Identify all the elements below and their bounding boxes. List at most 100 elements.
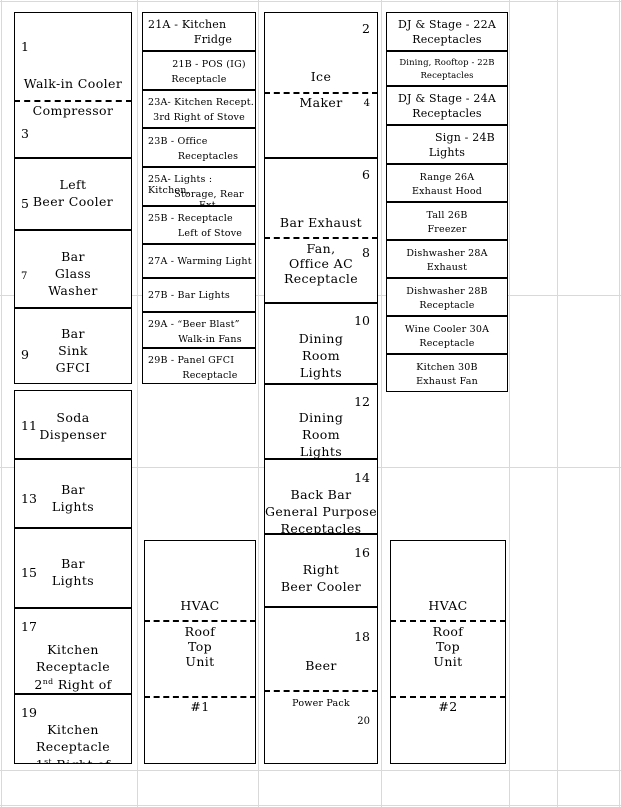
circuit-number-20: 20 [357, 716, 370, 727]
hvac-label-2-title: HVAC [428, 598, 468, 613]
circuit-label-24b-line1: Sign - 24B [435, 131, 495, 144]
circuit-label-27b-line1: 27B - Bar Lights [148, 290, 230, 301]
circuit-label-26b-line2: Freezer [427, 224, 467, 235]
circuit-cell-15[interactable]: 15 Bar Lights [14, 528, 132, 608]
circuit-label-16-line2: Beer Cooler [280, 579, 362, 594]
circuit-label-24a-line2: Receptacles [412, 107, 482, 120]
circuit-cell-12[interactable]: 12 Dining Room Lights [264, 384, 378, 459]
circuit-label-5-line1: Left [59, 177, 87, 192]
circuit-label-21a-line1: 21A - Kitchen [148, 18, 227, 31]
circuit-label-21a-line2: Fridge [193, 33, 233, 46]
circuit-label-11-line2: Dispenser [39, 427, 107, 442]
circuit-cell-14[interactable]: 14 Back Bar General Purpose Receptacles [264, 459, 378, 534]
circuit-cell-22a[interactable]: DJ & Stage - 22A Receptacles [386, 12, 508, 51]
circuit-label-23b-line2: Receptacles [177, 151, 239, 162]
circuit-cell-27a[interactable]: 27A - Warming Light [142, 244, 256, 278]
circuit-label-19-line2: Receptacle [35, 739, 111, 754]
hvac-cell-unit-1[interactable]: HVAC Roof Top Unit #1 [144, 540, 256, 764]
circuit-label-1: Walk-in Cooler [23, 76, 123, 91]
circuit-label-19-line1: Kitchen [47, 722, 99, 737]
circuit-cell-6-8[interactable]: 6 8 Bar Exhaust Fan, Office AC Receptacl… [264, 158, 378, 303]
hvac-cell-unit-2[interactable]: HVAC Roof Top Unit #2 [390, 540, 506, 764]
circuit-cell-7[interactable]: 7 Bar Glass Washer [14, 230, 132, 308]
circuit-label-4: Maker [299, 95, 343, 110]
circuit-label-21b-line2: Receptacle [171, 74, 227, 85]
circuit-label-9-line3: GFCI [55, 360, 91, 375]
circuit-cell-24a[interactable]: DJ & Stage - 24A Receptacles [386, 86, 508, 125]
circuit-label-9-line1: Bar [61, 326, 85, 341]
circuit-label-7-line1: Bar [61, 249, 85, 264]
circuit-label-16-line1: Right [302, 562, 340, 577]
circuit-number-16: 16 [354, 545, 370, 560]
circuit-label-30b-line1: Kitchen 30B [416, 362, 478, 373]
circuit-cell-13[interactable]: 13 Bar Lights [14, 459, 132, 528]
ordinal-suffix-19: st [44, 757, 53, 764]
circuit-cell-27b[interactable]: 27B - Bar Lights [142, 278, 256, 312]
circuit-number-6: 6 [362, 167, 370, 182]
ordinal-base-17: 2 [34, 677, 43, 693]
pole-divider-2-4 [265, 92, 377, 94]
circuit-cell-30a[interactable]: Wine Cooler 30A Receptacle [386, 316, 508, 354]
ordinal-suffix-17: nd [42, 677, 54, 686]
circuit-number-19: 19 [21, 705, 37, 720]
circuit-cell-21a[interactable]: 21A - Kitchen Fridge [142, 12, 256, 51]
circuit-cell-28a[interactable]: Dishwasher 28A Exhaust [386, 240, 508, 278]
circuit-number-17: 17 [21, 619, 37, 634]
hvac-label-2-unit: Roof Top Unit [432, 624, 464, 669]
circuit-cell-28b[interactable]: Dishwasher 28B Receptacle [386, 278, 508, 316]
circuit-cell-5[interactable]: 5 Left Beer Cooler [14, 158, 132, 230]
circuit-label-8: Fan, Office AC Receptacle [283, 241, 359, 286]
hvac-label-2-number: #2 [438, 699, 458, 714]
circuit-cell-1-3[interactable]: 1 3 Walk-in Cooler Compressor [14, 12, 132, 158]
circuit-cell-22b[interactable]: Dining, Rooftop - 22B Receptacles [386, 51, 508, 86]
circuit-label-12-line2: Room [302, 427, 340, 442]
pole-divider [15, 100, 131, 102]
circuit-label-17-line1: Kitchen [47, 642, 99, 657]
circuit-label-15-line2: Lights [51, 573, 95, 588]
circuit-cell-2-4[interactable]: 2 4 Ice Maker [264, 12, 378, 158]
circuit-cell-26a[interactable]: Range 26A Exhaust Hood [386, 164, 508, 202]
circuit-label-14-line3: Receptacles [280, 521, 362, 534]
circuit-label-10-line1: Dining [298, 331, 344, 346]
ordinal-base-19: 1 [36, 757, 44, 763]
circuit-label-23b-line1: 23B - Office [148, 136, 208, 147]
circuit-cell-21b[interactable]: 21B - POS (IG) Receptacle [142, 51, 256, 90]
circuit-label-21b-line1: 21B - POS (IG) [172, 59, 246, 70]
hvac-pole-divider-1a [145, 620, 255, 622]
circuit-label-29a-line1: 29A - “Beer Blast” [148, 319, 240, 330]
circuit-cell-10[interactable]: 10 Dining Room Lights [264, 303, 378, 384]
circuit-cell-23b[interactable]: 23B - Office Receptacles [142, 128, 256, 167]
hvac-label-1-unit: Roof Top Unit [184, 624, 216, 669]
circuit-label-14-line2: General Purpose [265, 504, 378, 519]
circuit-cell-24b[interactable]: Sign - 24B Lights [386, 125, 508, 164]
circuit-label-6: Bar Exhaust [279, 215, 363, 230]
circuit-cell-9[interactable]: 9 Bar Sink GFCI [14, 308, 132, 384]
circuit-cell-17[interactable]: 17 Kitchen Receptacle 2nd Right of Stove [14, 608, 132, 694]
circuit-cell-29b[interactable]: 29B - Panel GFCI Receptacle [142, 348, 256, 384]
circuit-cell-29a[interactable]: 29A - “Beer Blast” Walk-in Fans [142, 312, 256, 348]
circuit-label-26b-line1: Tall 26B [426, 210, 468, 221]
circuit-number-3: 3 [21, 126, 29, 141]
circuit-label-23a-line1: 23A- Kitchen Recept. [148, 97, 254, 108]
circuit-cell-19[interactable]: 19 Kitchen Receptacle 1st Right of Stove [14, 694, 132, 764]
circuit-label-22a-line1: DJ & Stage - 22A [398, 18, 496, 31]
circuit-label-29b-line2: Receptacle [182, 370, 238, 381]
hvac-pole-divider-2a [391, 620, 505, 622]
circuit-cell-18-20[interactable]: 18 20 Beer Power Pack [264, 607, 378, 764]
circuit-cell-25a[interactable]: 25A- Lights : Kitchen, Storage, Rear Ext… [142, 167, 256, 206]
circuit-cell-25b[interactable]: 25B - Receptacle Left of Stove [142, 206, 256, 244]
circuit-cell-26b[interactable]: Tall 26B Freezer [386, 202, 508, 240]
circuit-label-19-line3: 1st Right of Stove [15, 757, 131, 764]
circuit-label-15-line1: Bar [61, 556, 85, 571]
circuit-label-28b-line2: Receptacle [419, 300, 475, 311]
circuit-label-22b-line2: Receptacles [420, 71, 474, 81]
circuit-number-12: 12 [354, 394, 370, 409]
circuit-label-29b-line1: 29B - Panel GFCI [148, 355, 235, 366]
circuit-cell-16[interactable]: 16 Right Beer Cooler [264, 534, 378, 607]
circuit-label-30b-line2: Exhaust Fan [416, 376, 478, 387]
circuit-label-20: Power Pack [292, 698, 350, 709]
circuit-label-12-line3: Lights [299, 444, 343, 459]
circuit-cell-30b[interactable]: Kitchen 30B Exhaust Fan [386, 354, 508, 392]
circuit-cell-11[interactable]: 11 Soda Dispenser [14, 390, 132, 459]
circuit-cell-23a[interactable]: 23A- Kitchen Recept. 3rd Right of Stove [142, 90, 256, 128]
